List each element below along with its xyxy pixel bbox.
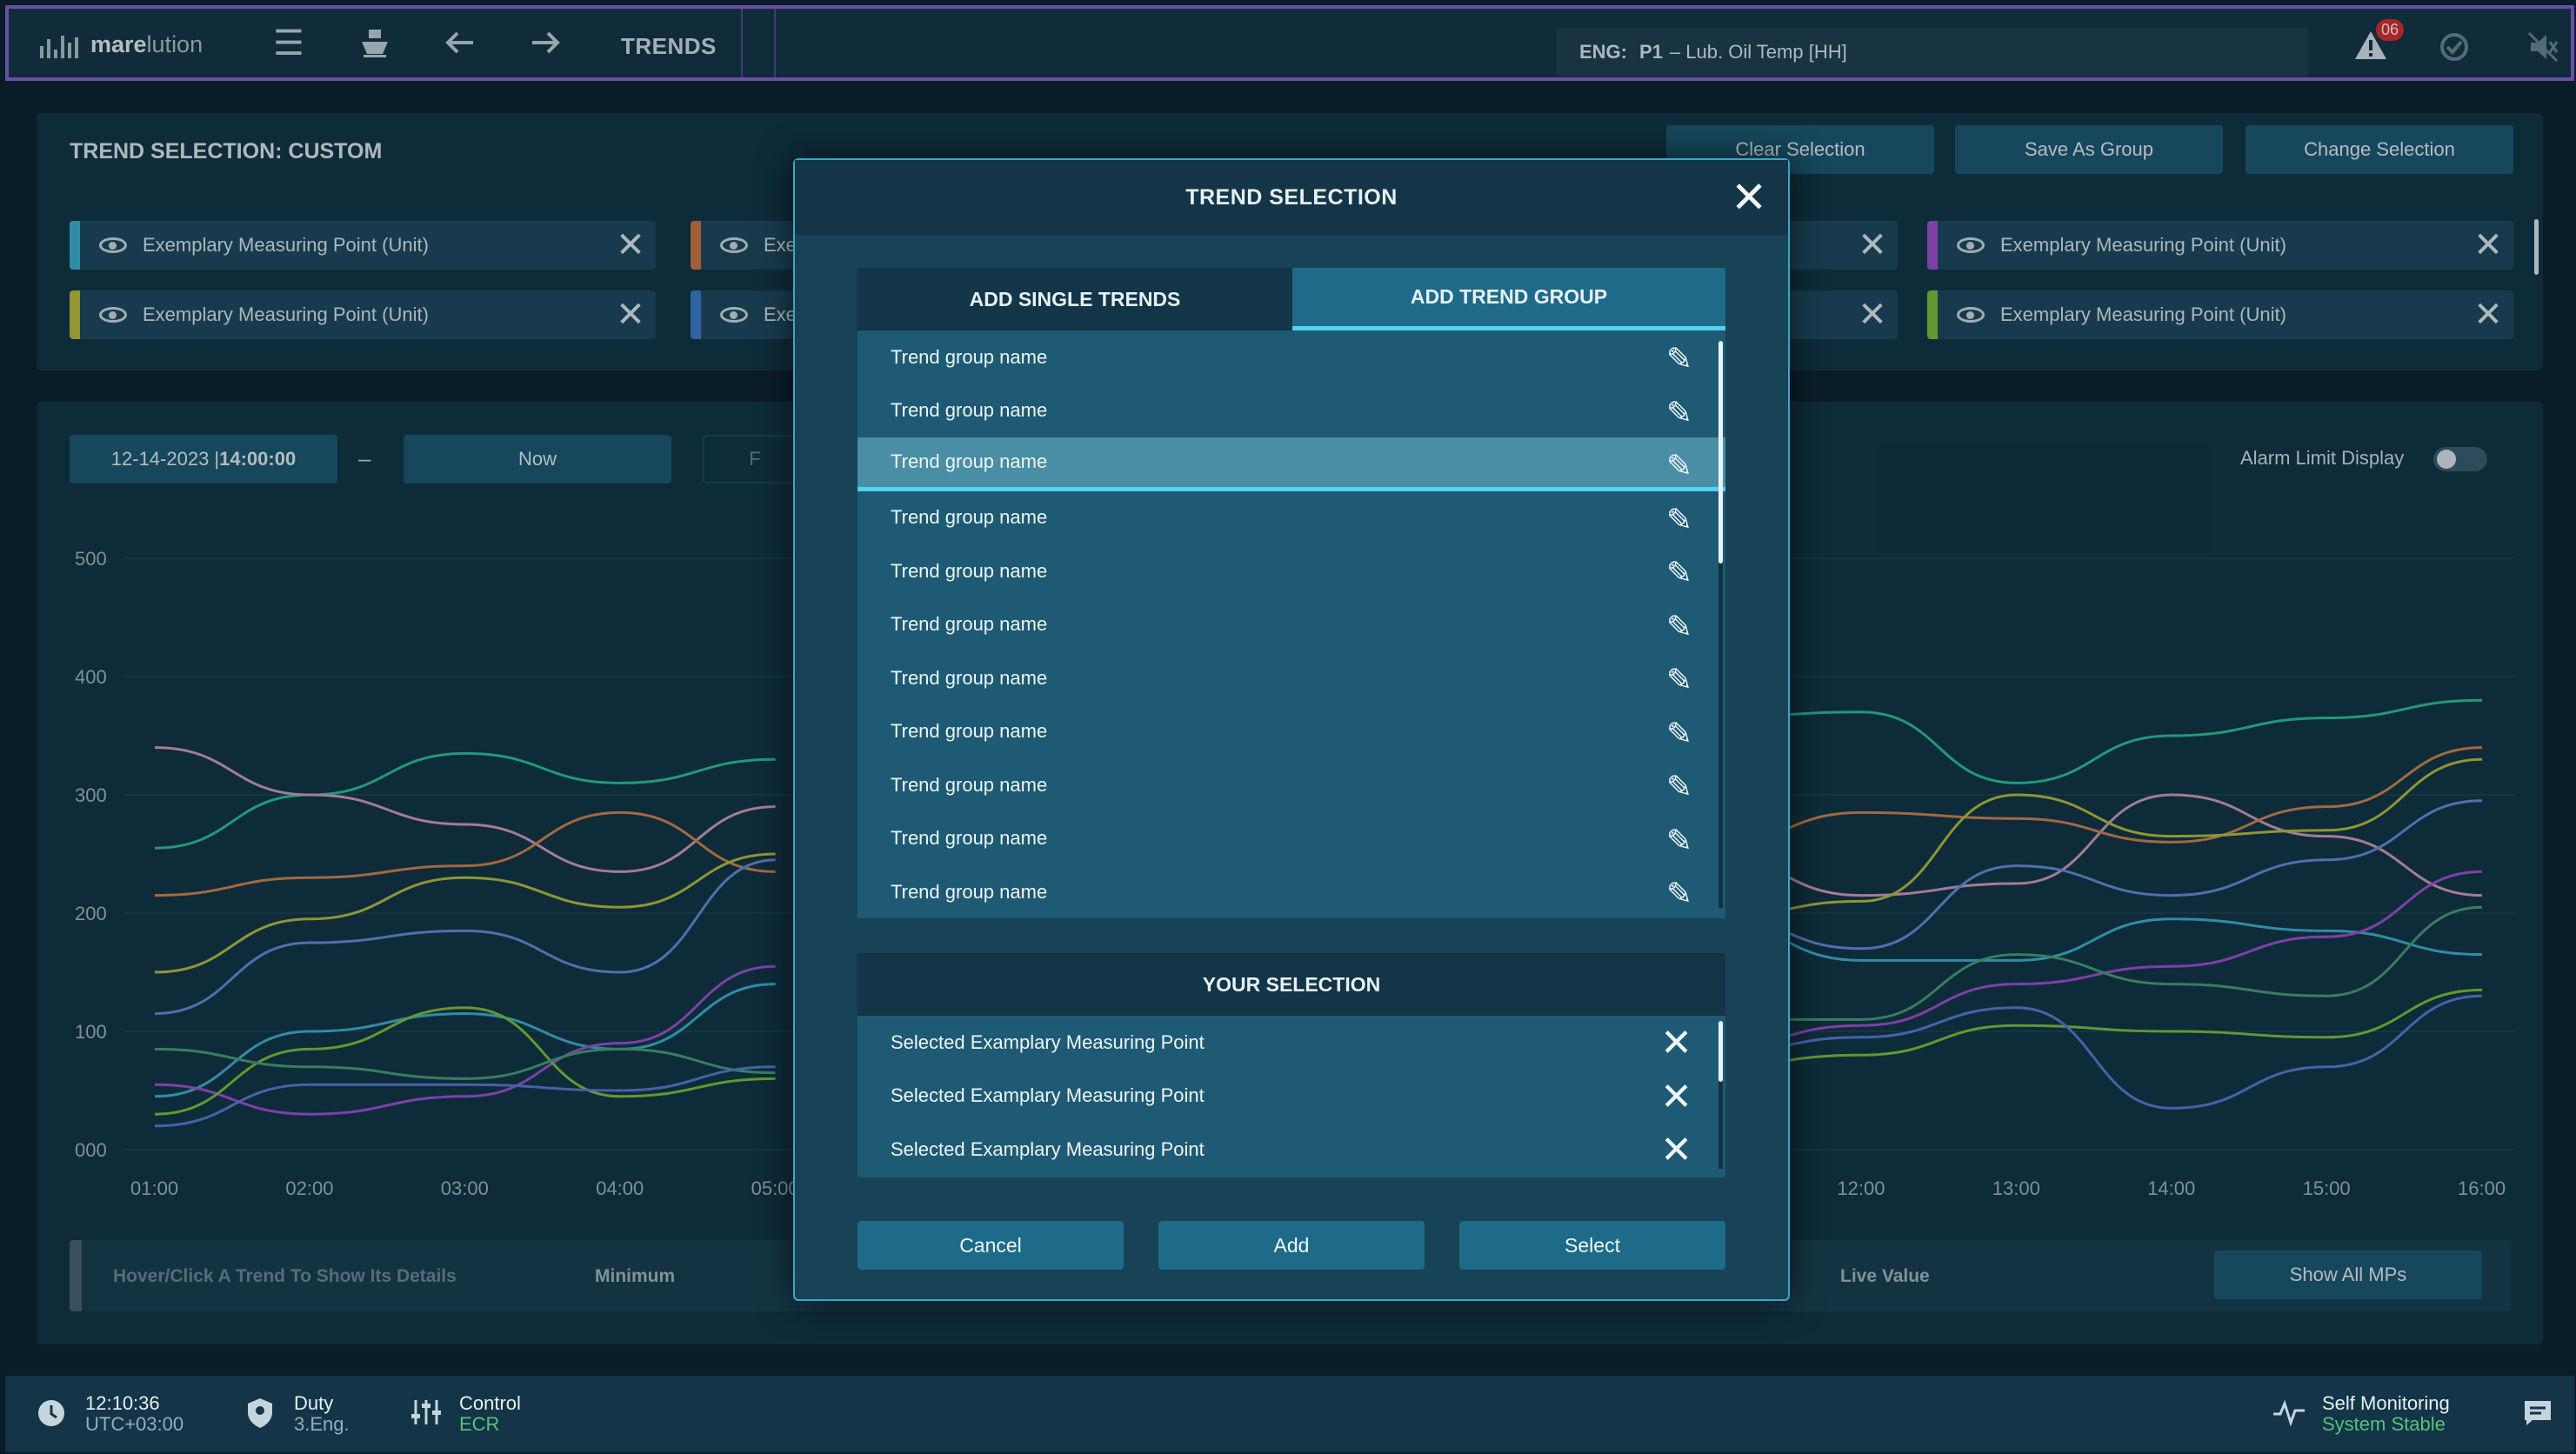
trend-group-item[interactable]: Trend group name ✎	[858, 705, 1725, 759]
edit-pencil-icon[interactable]: ✎	[1666, 609, 1692, 645]
duty-value: 3.Eng.	[294, 1413, 350, 1435]
selected-item-label: Selected Examplary Measuring Point	[891, 1084, 1205, 1107]
trend-group-item[interactable]: Trend group name ✎	[858, 384, 1725, 438]
edit-pencil-icon[interactable]: ✎	[1666, 769, 1692, 805]
trend-group-label: Trend group name	[891, 345, 1048, 368]
edit-pencil-icon[interactable]: ✎	[1666, 662, 1692, 698]
chat-icon[interactable]	[2522, 1398, 2553, 1432]
trend-group-label: Trend group name	[891, 827, 1048, 850]
bottom-status-bar: 12:10:36 UTC+03:00 Duty 3.Eng. Control E…	[5, 1376, 2574, 1452]
selected-item: Selected Examplary Measuring Point ✕	[858, 1070, 1725, 1124]
trend-group-label: Trend group name	[891, 559, 1048, 582]
trend-group-label: Trend group name	[891, 720, 1048, 743]
trend-selection-dialog: TREND SELECTION ✕ ADD SINGLE TRENDS ADD …	[793, 158, 1790, 1301]
trend-group-item[interactable]: Trend group name ✎	[858, 544, 1725, 598]
trend-group-item[interactable]: Trend group name ✎	[858, 437, 1725, 491]
control-value: ECR	[459, 1413, 500, 1435]
sliders-icon	[410, 1397, 442, 1432]
edit-pencil-icon[interactable]: ✎	[1666, 823, 1692, 859]
trend-group-item[interactable]: Trend group name ✎	[858, 758, 1725, 812]
trend-group-label: Trend group name	[891, 880, 1048, 903]
trend-group-label: Trend group name	[891, 450, 1048, 473]
trend-group-label: Trend group name	[891, 506, 1048, 529]
clock-timezone: UTC+03:00	[85, 1413, 184, 1435]
selected-item-label: Selected Examplary Measuring Point	[891, 1137, 1205, 1160]
edit-pencil-icon[interactable]: ✎	[1666, 448, 1692, 484]
self-monitoring-status: Self Monitoring System Stable	[2322, 1393, 2450, 1435]
trend-group-item[interactable]: Trend group name ✎	[858, 812, 1725, 866]
selected-item: Selected Examplary Measuring Point ✕	[858, 1016, 1725, 1070]
trend-group-item[interactable]: Trend group name ✎	[858, 651, 1725, 705]
select-button[interactable]: Select	[1459, 1221, 1725, 1270]
clock-time: 12:10:36	[85, 1392, 160, 1414]
selected-list: Selected Examplary Measuring Point ✕ Selec…	[858, 1016, 1725, 1177]
control-label: Control	[459, 1392, 521, 1414]
remove-icon[interactable]: ✕	[1660, 1021, 1692, 1065]
add-button[interactable]: Add	[1158, 1221, 1425, 1270]
edit-pencil-icon[interactable]: ✎	[1666, 716, 1692, 752]
trend-group-label: Trend group name	[891, 773, 1048, 796]
clock-icon	[37, 1398, 66, 1432]
trend-group-item[interactable]: Trend group name ✎	[858, 865, 1725, 918]
edit-pencil-icon[interactable]: ✎	[1666, 876, 1692, 912]
selected-item-label: Selected Examplary Measuring Point	[891, 1030, 1205, 1053]
dialog-title: TREND SELECTION	[795, 160, 1788, 235]
monitor-value: System Stable	[2322, 1413, 2446, 1435]
tab-add-single-trends[interactable]: ADD SINGLE TRENDS	[858, 268, 1292, 330]
monitor-label: Self Monitoring	[2322, 1392, 2450, 1414]
cancel-button[interactable]: Cancel	[858, 1221, 1124, 1270]
duty-status: Duty 3.Eng.	[294, 1393, 350, 1435]
edit-pencil-icon[interactable]: ✎	[1666, 395, 1692, 431]
clock: 12:10:36 UTC+03:00	[85, 1393, 184, 1435]
edit-pencil-icon[interactable]: ✎	[1666, 555, 1692, 591]
trend-group-label: Trend group name	[891, 613, 1048, 636]
trend-group-item[interactable]: Trend group name ✎	[858, 491, 1725, 545]
pulse-icon	[2272, 1398, 2306, 1431]
edit-pencil-icon[interactable]: ✎	[1666, 502, 1692, 538]
tab-add-trend-group[interactable]: ADD TREND GROUP	[1292, 268, 1725, 330]
selected-list-scrollbar[interactable]	[1718, 1021, 1723, 1169]
edit-pencil-icon[interactable]: ✎	[1666, 341, 1692, 377]
selected-item: Selected Examplary Measuring Point ✕	[858, 1123, 1725, 1177]
trend-group-list: Trend group name ✎ Trend group name ✎ Trend …	[858, 330, 1725, 918]
trend-group-label: Trend group name	[891, 399, 1048, 422]
group-list-scrollbar[interactable]	[1718, 341, 1723, 908]
control-status: Control ECR	[459, 1393, 521, 1435]
trend-group-item[interactable]: Trend group name ✎	[858, 598, 1725, 652]
duty-label: Duty	[294, 1392, 334, 1414]
trend-group-label: Trend group name	[891, 666, 1048, 689]
your-selection-header: YOUR SELECTION	[858, 953, 1725, 1016]
close-icon[interactable]: ✕	[1731, 176, 1767, 219]
trend-group-item[interactable]: Trend group name ✎	[858, 330, 1725, 384]
remove-icon[interactable]: ✕	[1660, 1075, 1692, 1119]
shield-icon	[245, 1397, 275, 1434]
remove-icon[interactable]: ✕	[1660, 1128, 1692, 1172]
